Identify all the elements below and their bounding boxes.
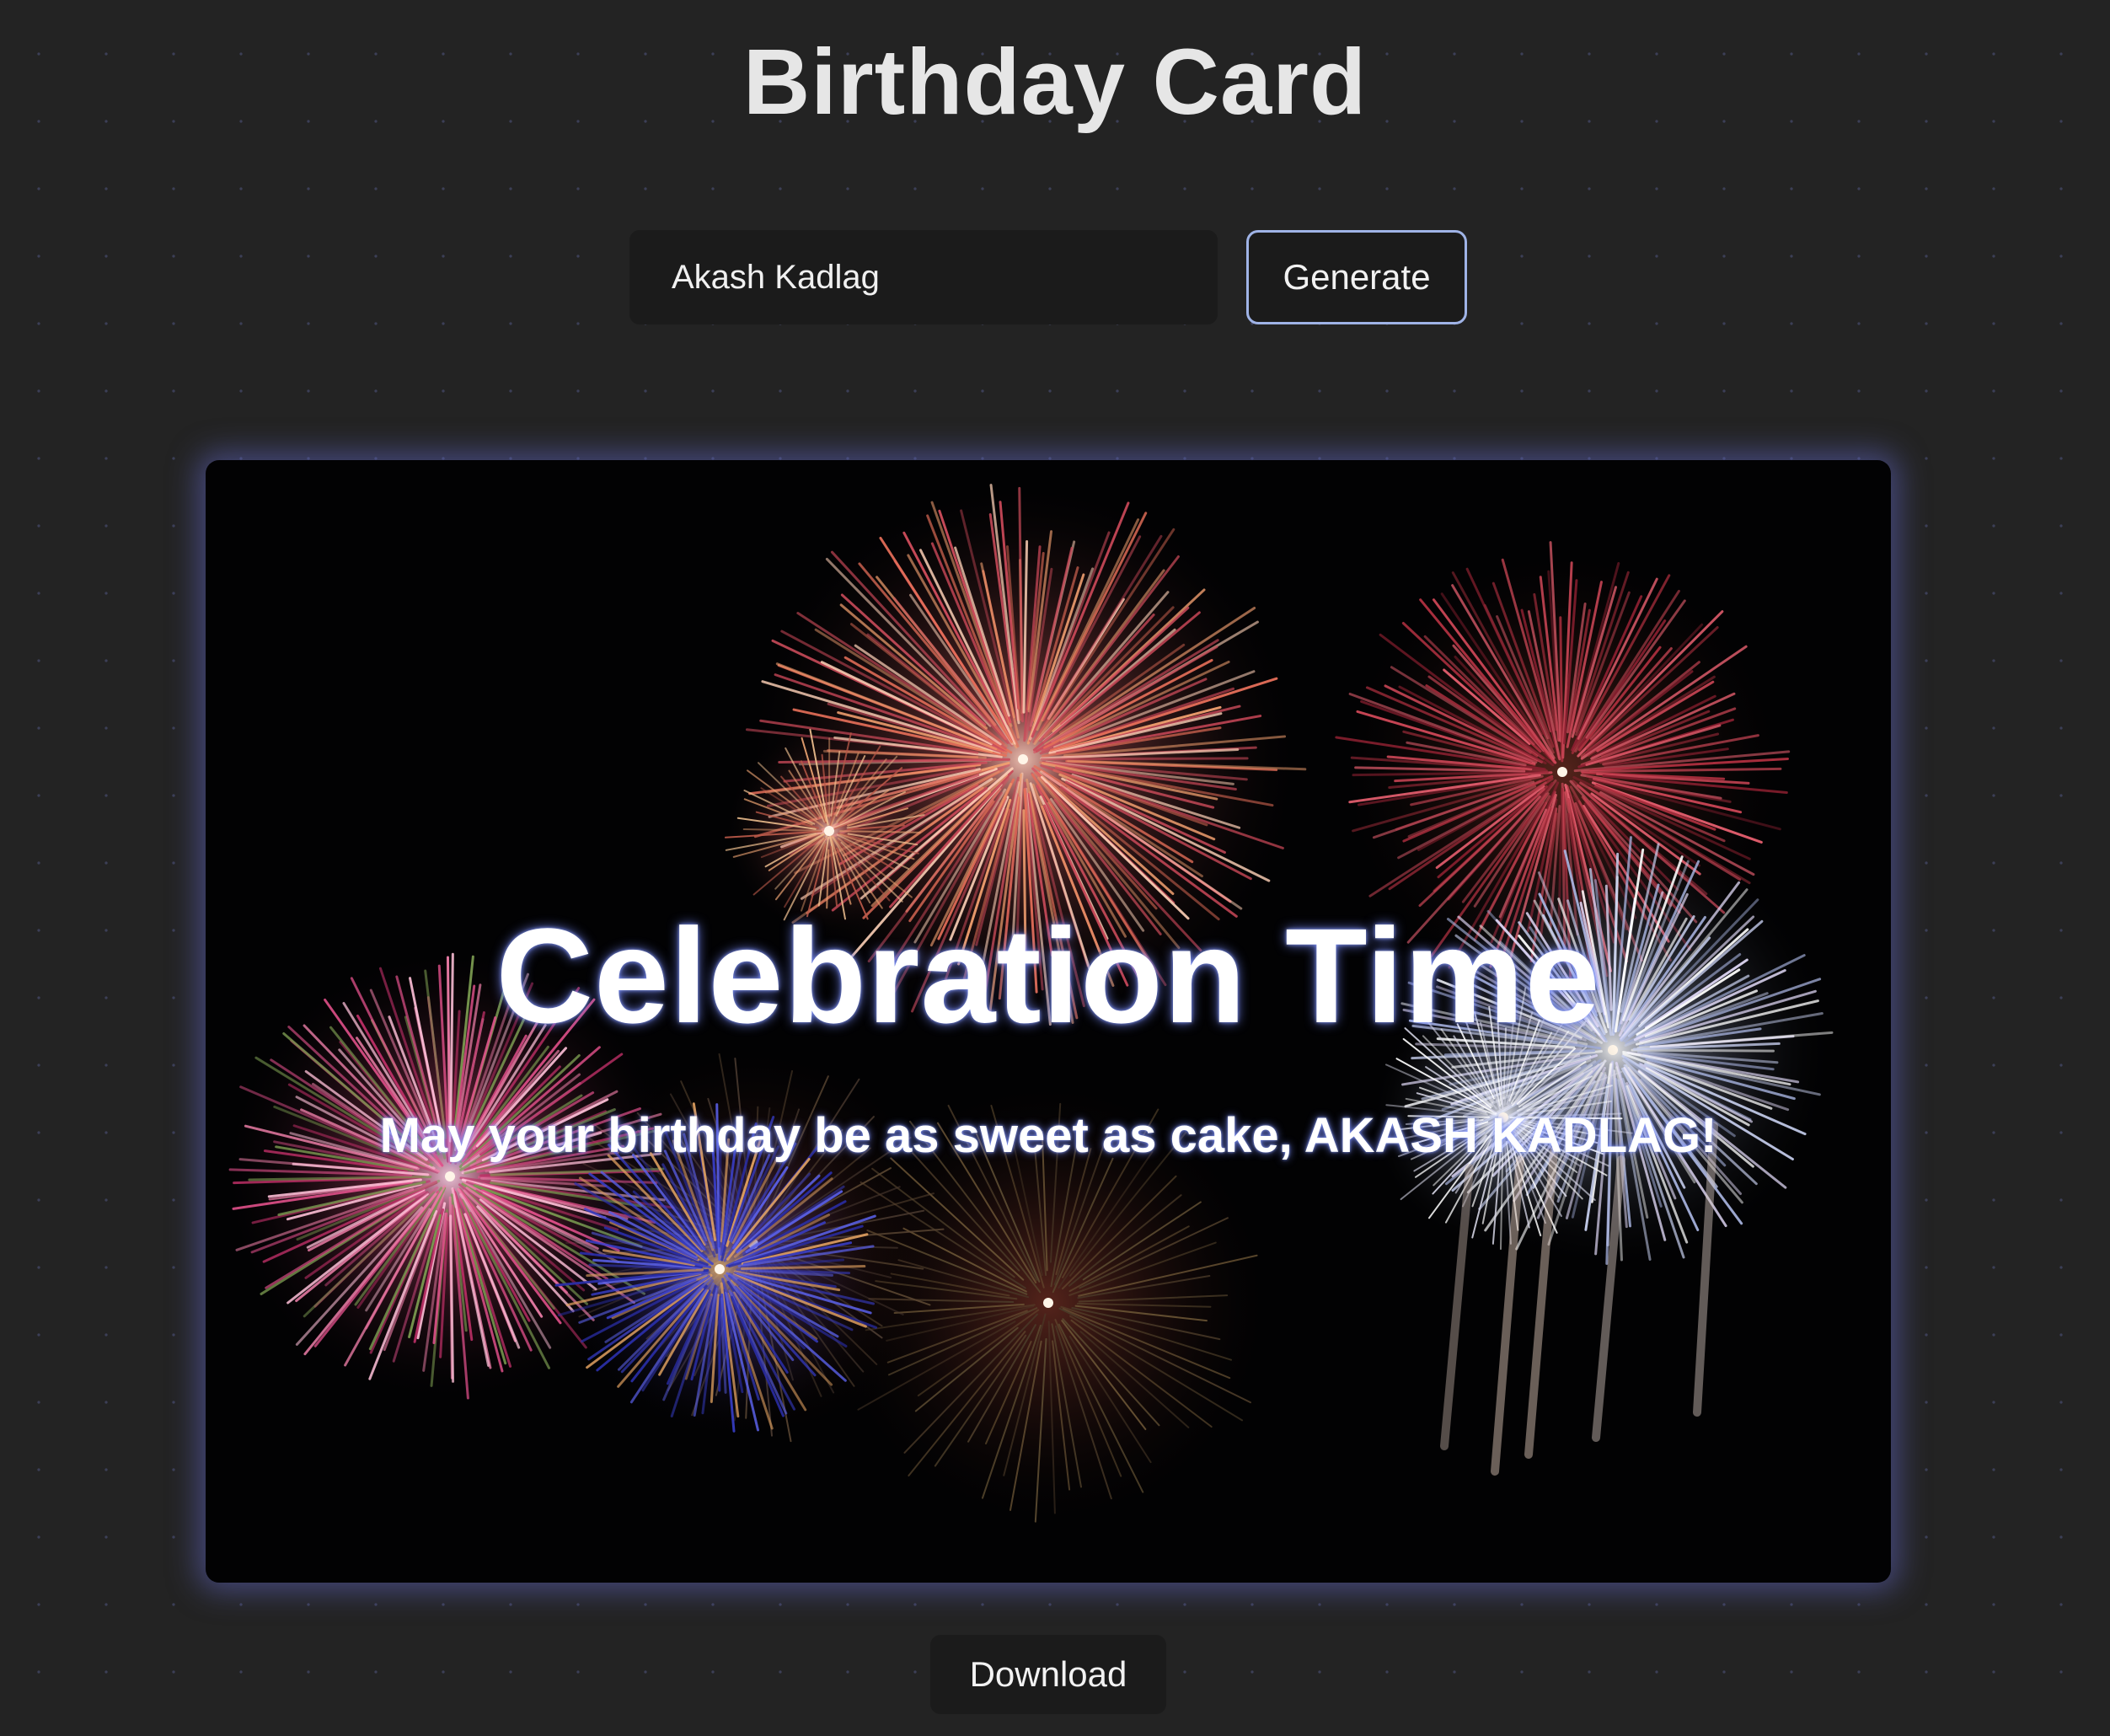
generate-button[interactable]: Generate bbox=[1246, 230, 1467, 324]
download-button[interactable]: Download bbox=[930, 1635, 1166, 1714]
birthday-card: Celebration Time May your birthday be as… bbox=[206, 460, 1891, 1583]
card-heading: Celebration Time bbox=[495, 900, 1601, 1051]
name-input[interactable] bbox=[629, 230, 1218, 324]
page-title: Birthday Card bbox=[742, 30, 1368, 134]
card-message: May your birthday be as sweet as cake, A… bbox=[379, 1108, 1717, 1163]
